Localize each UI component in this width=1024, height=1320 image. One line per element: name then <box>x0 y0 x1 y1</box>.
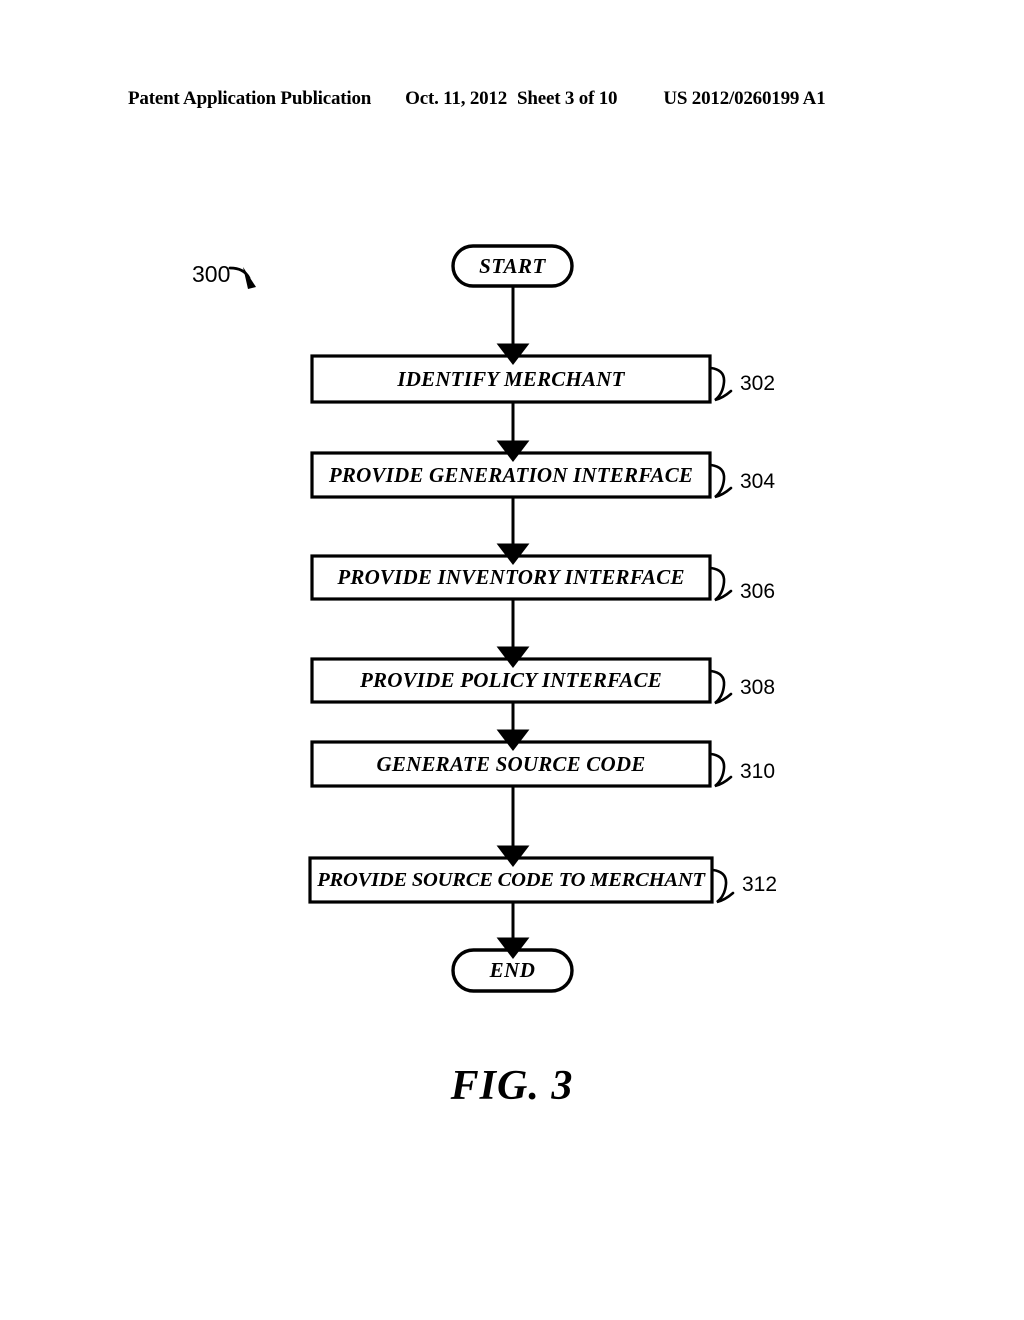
start-terminal-shape <box>451 244 574 288</box>
leader-line-312 <box>711 868 735 904</box>
process-box-310 <box>310 740 712 788</box>
reference-number-302: 302 <box>740 372 776 395</box>
reference-number-306: 306 <box>740 580 776 603</box>
leader-line-304 <box>709 463 733 499</box>
process-box-302 <box>310 354 712 404</box>
figure-300-flowchart: 300 START IDENTIFY MERCHANT PROVIDE GENE… <box>0 0 1024 1320</box>
leader-line-310 <box>709 752 733 788</box>
process-box-306 <box>310 554 712 601</box>
process-box-312 <box>308 856 714 904</box>
leader-line-308 <box>709 669 733 705</box>
figure-caption: FIG. 3 <box>450 1063 574 1109</box>
reference-number-310: 310 <box>740 760 776 783</box>
reference-number-308: 308 <box>740 676 776 699</box>
flowchart-graphics <box>228 244 735 993</box>
end-terminal-shape <box>451 948 574 993</box>
diagram-reference-300: 300 <box>192 261 231 287</box>
reference-number-304: 304 <box>740 470 776 493</box>
leader-line-302 <box>709 366 733 402</box>
leader-line-306 <box>709 566 733 602</box>
diagram-pointer-arrowhead <box>243 267 256 289</box>
reference-number-312: 312 <box>742 873 778 896</box>
process-box-304 <box>310 451 712 499</box>
process-box-308 <box>310 657 712 704</box>
